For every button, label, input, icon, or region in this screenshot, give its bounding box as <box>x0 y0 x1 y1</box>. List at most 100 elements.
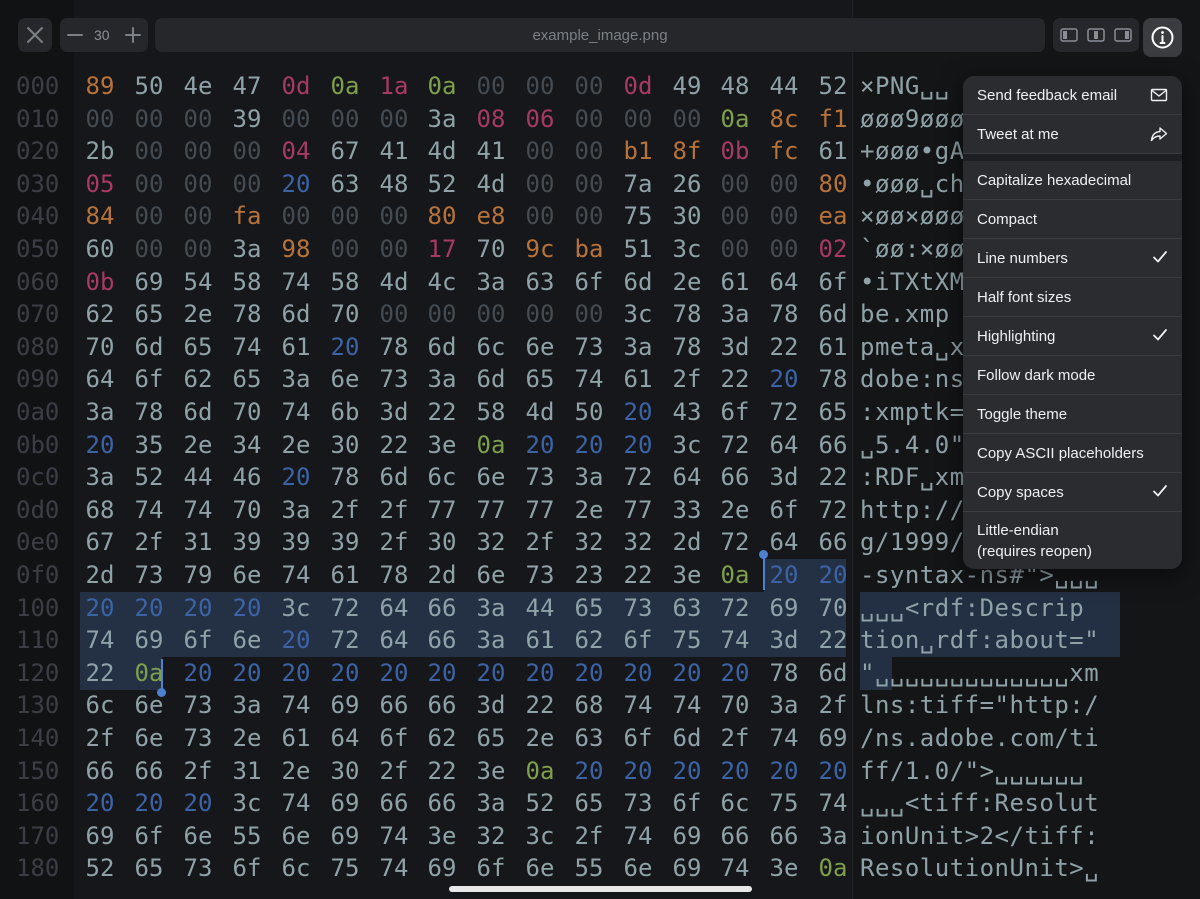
hex-byte[interactable]: 69 <box>129 266 169 298</box>
hex-byte[interactable]: 20 <box>276 657 316 689</box>
hex-byte[interactable]: 78 <box>813 363 853 395</box>
hex-byte[interactable]: 3e <box>667 559 707 591</box>
hex-byte[interactable]: 66 <box>764 820 804 852</box>
hex-byte[interactable]: 00 <box>569 70 609 102</box>
hex-byte[interactable]: 20 <box>227 592 267 624</box>
hex-byte[interactable]: 61 <box>715 266 755 298</box>
hex-byte[interactable]: 65 <box>178 331 218 363</box>
hex-byte[interactable]: 22 <box>520 689 560 721</box>
hex-byte[interactable]: 00 <box>667 103 707 135</box>
hex-byte[interactable]: 61 <box>520 624 560 656</box>
hex-byte[interactable]: 22 <box>422 755 462 787</box>
hex-byte[interactable]: 20 <box>422 657 462 689</box>
hex-byte[interactable]: 20 <box>80 787 120 819</box>
hex-byte[interactable]: 74 <box>618 820 658 852</box>
hex-byte[interactable]: 54 <box>178 266 218 298</box>
ascii-text[interactable]: •iTXtXM <box>860 266 965 298</box>
hex-byte[interactable]: 73 <box>520 461 560 493</box>
hex-byte[interactable]: 3e <box>471 755 511 787</box>
hex-byte[interactable]: 64 <box>764 526 804 558</box>
hex-byte[interactable]: 74 <box>276 559 316 591</box>
ascii-text[interactable]: øøø9øøø <box>860 103 965 135</box>
hex-byte[interactable]: 00 <box>764 200 804 232</box>
ascii-text[interactable]: •øøø␣ch <box>860 168 965 200</box>
hex-byte[interactable]: 73 <box>618 592 658 624</box>
hex-byte[interactable]: 00 <box>764 168 804 200</box>
hex-byte[interactable]: 00 <box>569 168 609 200</box>
hex-byte[interactable]: 64 <box>80 363 120 395</box>
hex-byte[interactable]: 2e <box>178 429 218 461</box>
hex-byte[interactable]: 6f <box>715 396 755 428</box>
hex-byte[interactable]: 32 <box>569 526 609 558</box>
hex-byte[interactable]: 72 <box>764 396 804 428</box>
menu-item-toggle-theme[interactable]: Toggle theme <box>963 395 1182 434</box>
hex-byte[interactable]: 75 <box>618 200 658 232</box>
hex-byte[interactable]: 00 <box>374 200 414 232</box>
hex-byte[interactable]: 64 <box>764 429 804 461</box>
hex-byte[interactable]: 6f <box>618 624 658 656</box>
hex-byte[interactable]: 74 <box>80 624 120 656</box>
hex-byte[interactable]: 3a <box>471 787 511 819</box>
hex-byte[interactable]: 2f <box>325 494 365 526</box>
hex-byte[interactable]: 77 <box>520 494 560 526</box>
hex-byte[interactable]: 00 <box>276 200 316 232</box>
hex-byte[interactable]: 72 <box>715 526 755 558</box>
hex-byte[interactable]: 6d <box>178 396 218 428</box>
hex-byte[interactable]: 3d <box>471 689 511 721</box>
hex-byte[interactable]: 58 <box>471 396 511 428</box>
hex-byte[interactable]: 30 <box>667 200 707 232</box>
hex-byte[interactable]: 46 <box>227 461 267 493</box>
hex-byte[interactable]: 00 <box>374 298 414 330</box>
hex-byte[interactable]: 00 <box>569 200 609 232</box>
hex-byte[interactable]: 6c <box>471 331 511 363</box>
hex-byte[interactable]: 74 <box>813 787 853 819</box>
hex-byte[interactable]: 00 <box>129 233 169 265</box>
hex-byte[interactable]: 3a <box>227 233 267 265</box>
hex-byte[interactable]: 74 <box>764 722 804 754</box>
hex-byte[interactable]: 9c <box>520 233 560 265</box>
hex-byte[interactable]: 70 <box>813 592 853 624</box>
hex-byte[interactable]: 72 <box>325 592 365 624</box>
hex-byte[interactable]: 66 <box>422 787 462 819</box>
hex-byte[interactable]: 0b <box>715 135 755 167</box>
hex-byte[interactable]: 6e <box>227 559 267 591</box>
hex-byte[interactable]: 20 <box>764 363 804 395</box>
hex-byte[interactable]: 6c <box>276 852 316 884</box>
hex-byte[interactable]: 22 <box>764 331 804 363</box>
hex-byte[interactable]: 3a <box>227 689 267 721</box>
hex-byte[interactable]: 74 <box>374 820 414 852</box>
hex-byte[interactable]: 00 <box>325 103 365 135</box>
menu-item-tweet-at-me[interactable]: Tweet at me <box>963 115 1182 154</box>
hex-byte[interactable]: 4d <box>422 135 462 167</box>
hex-byte[interactable]: 1a <box>374 70 414 102</box>
hex-byte[interactable]: 20 <box>325 657 365 689</box>
hex-byte[interactable]: 6d <box>813 657 853 689</box>
hex-byte[interactable]: 74 <box>715 624 755 656</box>
hex-byte[interactable]: 74 <box>178 494 218 526</box>
hex-byte[interactable]: 79 <box>178 559 218 591</box>
hex-byte[interactable]: 4d <box>471 168 511 200</box>
hex-byte[interactable]: 20 <box>618 657 658 689</box>
hex-byte[interactable]: 22 <box>374 429 414 461</box>
hex-byte[interactable]: 65 <box>129 298 169 330</box>
ascii-text[interactable]: dobe:ns <box>860 363 965 395</box>
hex-byte[interactable]: 2b <box>80 135 120 167</box>
hex-byte[interactable]: 3c <box>618 298 658 330</box>
hex-byte[interactable]: 3e <box>422 820 462 852</box>
hex-byte[interactable]: 35 <box>129 429 169 461</box>
hex-byte[interactable]: 73 <box>520 559 560 591</box>
hex-byte[interactable]: 7a <box>618 168 658 200</box>
hex-byte[interactable]: 6f <box>471 852 511 884</box>
hex-byte[interactable]: 20 <box>813 559 853 591</box>
hex-byte[interactable]: 00 <box>374 103 414 135</box>
hex-byte[interactable]: 00 <box>374 233 414 265</box>
hex-byte[interactable]: 00 <box>569 103 609 135</box>
hex-byte[interactable]: 3a <box>80 461 120 493</box>
hex-byte[interactable]: 0a <box>520 755 560 787</box>
hex-byte[interactable]: 00 <box>520 70 560 102</box>
hex-byte[interactable]: 74 <box>276 396 316 428</box>
hex-byte[interactable]: 00 <box>178 233 218 265</box>
ascii-text[interactable]: be.xmp <box>860 298 950 330</box>
hex-byte[interactable]: 78 <box>325 461 365 493</box>
hex-byte[interactable]: 00 <box>618 103 658 135</box>
